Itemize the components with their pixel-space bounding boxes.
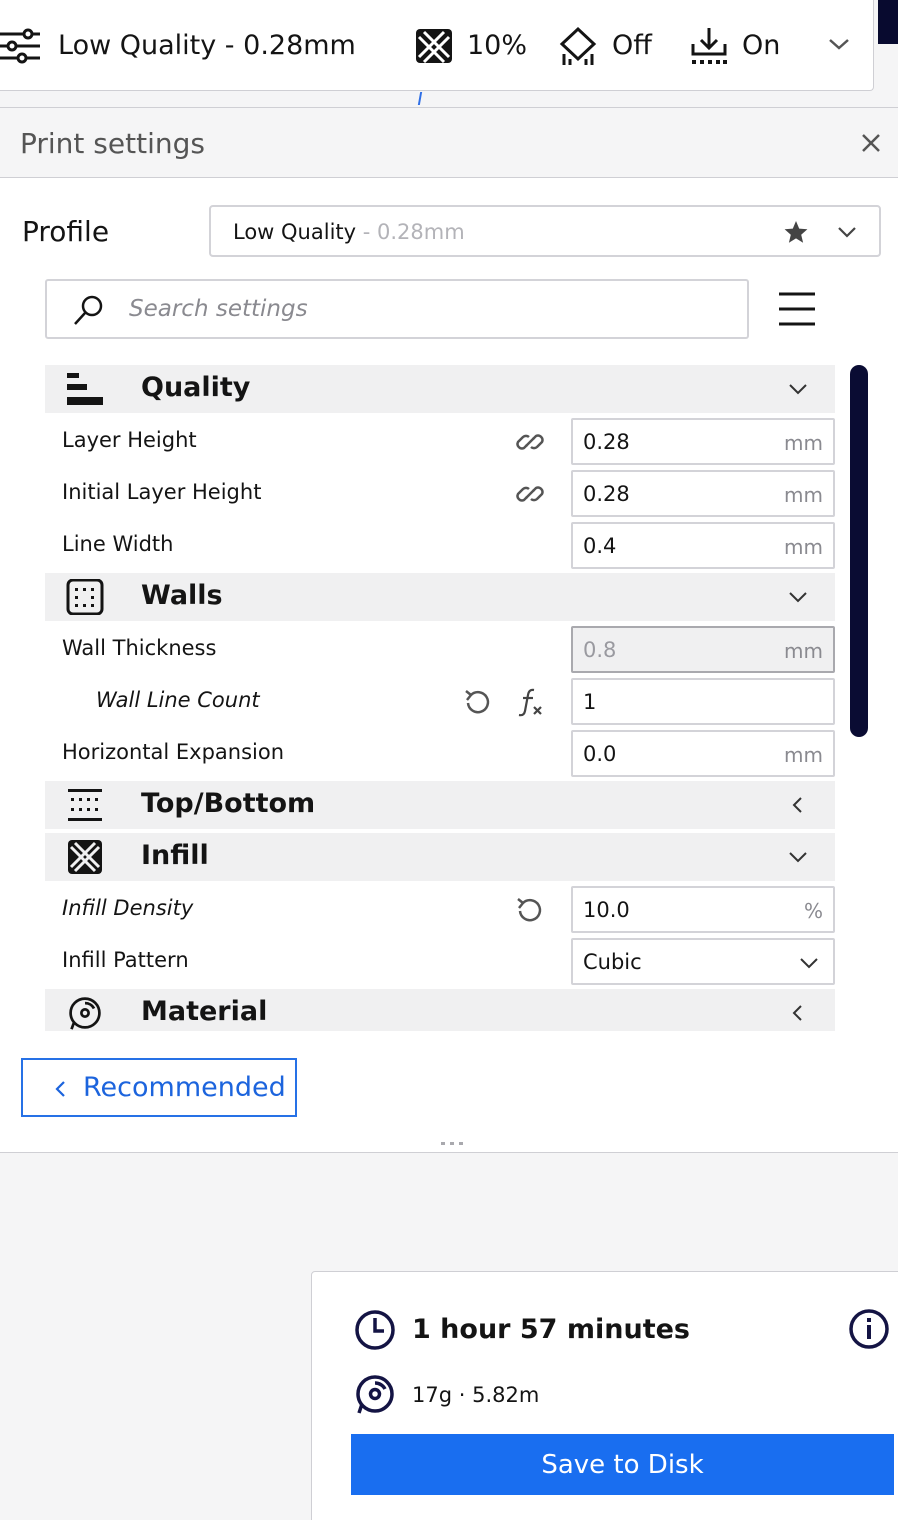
- category-top-bottom[interactable]: Top/Bottom: [45, 781, 835, 829]
- close-icon[interactable]: [860, 132, 882, 154]
- chevron-left-icon: [792, 1005, 802, 1021]
- save-to-disk-button[interactable]: Save to Disk: [351, 1434, 894, 1495]
- settings-list[interactable]: Quality Layer Height 0.28 mm Initial Lay…: [45, 365, 835, 1031]
- search-icon: [74, 295, 103, 325]
- category-material[interactable]: Material: [45, 989, 835, 1031]
- category-quality[interactable]: Quality: [45, 365, 835, 413]
- top-bottom-icon: [68, 789, 102, 821]
- infill-icon: [415, 28, 453, 64]
- print-time: 1 hour 57 minutes: [412, 1314, 690, 1345]
- profile-dropdown[interactable]: Low Quality - 0.28mm: [209, 205, 881, 257]
- setting-wall-thickness: Wall Thickness 0.8 mm: [45, 623, 835, 675]
- setting-label: Wall Thickness: [62, 636, 217, 660]
- reset-icon[interactable]: [514, 894, 546, 926]
- category-walls[interactable]: Walls: [45, 573, 835, 621]
- wall-thickness-input: 0.8 mm: [571, 626, 835, 673]
- toolbar-infill[interactable]: 10%: [415, 0, 527, 91]
- chevron-down-icon: [800, 958, 818, 969]
- window-edge: [878, 0, 898, 44]
- toolbar-support[interactable]: Off: [558, 0, 652, 91]
- support-icon: [558, 26, 598, 66]
- quality-icon: [67, 373, 103, 405]
- category-label: Quality: [141, 372, 251, 403]
- toolbar-adhesion-value: On: [742, 30, 781, 61]
- profile-layer-height: - 0.28mm: [356, 220, 465, 244]
- toolbar-support-value: Off: [612, 30, 652, 61]
- layer-height-input[interactable]: 0.28 mm: [571, 418, 835, 465]
- recommended-button[interactable]: Recommended: [21, 1058, 297, 1117]
- spool-icon: [356, 1375, 394, 1414]
- infill-icon: [68, 840, 102, 874]
- setting-line-width: Line Width 0.4 mm: [45, 519, 835, 571]
- settings-scrollbar[interactable]: [850, 365, 868, 737]
- setting-label: Line Width: [62, 532, 174, 556]
- chevron-down-icon[interactable]: [826, 33, 852, 55]
- reset-icon[interactable]: [462, 686, 494, 718]
- link-icon[interactable]: [514, 426, 546, 458]
- setting-wall-line-count: Wall Line Count 1: [45, 675, 835, 727]
- chevron-down-icon: [789, 852, 807, 863]
- setting-infill-density: Infill Density 10.0 %: [45, 883, 835, 935]
- profile-label: Profile: [22, 215, 110, 248]
- infill-density-input[interactable]: 10.0 %: [571, 886, 835, 933]
- material-spool-icon: [69, 997, 101, 1030]
- setting-label: Layer Height: [62, 428, 197, 452]
- function-icon[interactable]: [514, 686, 546, 718]
- job-summary-card: 1 hour 57 minutes 17g · 5.82m Save to Di…: [311, 1271, 898, 1520]
- category-label: Top/Bottom: [141, 788, 316, 819]
- setting-label: Wall Line Count: [96, 688, 260, 712]
- link-icon[interactable]: [514, 478, 546, 510]
- info-icon[interactable]: [848, 1308, 890, 1350]
- panel-title: Print settings: [20, 127, 205, 160]
- chevron-left-icon: [792, 797, 802, 813]
- material-usage: 17g · 5.82m: [412, 1383, 540, 1407]
- panel-header: Print settings: [0, 108, 898, 178]
- chevron-left-icon: [55, 1081, 65, 1097]
- category-infill[interactable]: Infill: [45, 833, 835, 881]
- adhesion-icon: [690, 26, 728, 66]
- hamburger-menu-icon[interactable]: [777, 291, 817, 327]
- chevron-down-icon: [789, 384, 807, 395]
- category-label: Walls: [141, 580, 223, 611]
- toolbar-profile-label: Low Quality - 0.28mm: [58, 30, 356, 61]
- toolbar-adhesion[interactable]: On: [690, 0, 780, 91]
- chevron-down-icon: [789, 592, 807, 603]
- infill-pattern-select[interactable]: Cubic: [571, 938, 835, 985]
- print-setup-toolbar[interactable]: Low Quality - 0.28mm 10% Off On: [0, 0, 874, 91]
- setting-label: Infill Pattern: [62, 948, 189, 972]
- setting-layer-height: Layer Height 0.28 mm: [45, 415, 835, 467]
- star-icon[interactable]: [783, 219, 809, 245]
- initial-layer-height-input[interactable]: 0.28 mm: [571, 470, 835, 517]
- toolbar-infill-value: 10%: [467, 30, 528, 61]
- line-width-input[interactable]: 0.4 mm: [571, 522, 835, 569]
- profile-name: Low Quality - 0.28mm: [233, 220, 465, 244]
- setting-label: Infill Density: [62, 896, 194, 920]
- viewport-marker: [417, 92, 423, 105]
- sliders-icon: [0, 26, 44, 66]
- category-label: Material: [141, 996, 268, 1027]
- setting-infill-pattern: Infill Pattern Cubic: [45, 935, 835, 987]
- category-label: Infill: [141, 840, 209, 871]
- horizontal-expansion-input[interactable]: 0.0 mm: [571, 730, 835, 777]
- panel-resize-handle[interactable]: [441, 1142, 463, 1146]
- clock-icon: [355, 1310, 395, 1350]
- toolbar-profile[interactable]: Low Quality - 0.28mm: [0, 0, 356, 91]
- search-box[interactable]: [45, 279, 749, 339]
- setting-horizontal-expansion: Horizontal Expansion 0.0 mm: [45, 727, 835, 779]
- walls-icon: [66, 579, 104, 615]
- search-input[interactable]: [129, 283, 729, 335]
- wall-line-count-input[interactable]: 1: [571, 678, 835, 725]
- chevron-down-icon: [838, 227, 856, 238]
- setting-label: Initial Layer Height: [62, 480, 262, 504]
- setting-initial-layer-height: Initial Layer Height 0.28 mm: [45, 467, 835, 519]
- print-settings-panel: Print settings Profile Low Quality - 0.2…: [0, 107, 898, 1153]
- setting-label: Horizontal Expansion: [62, 740, 285, 764]
